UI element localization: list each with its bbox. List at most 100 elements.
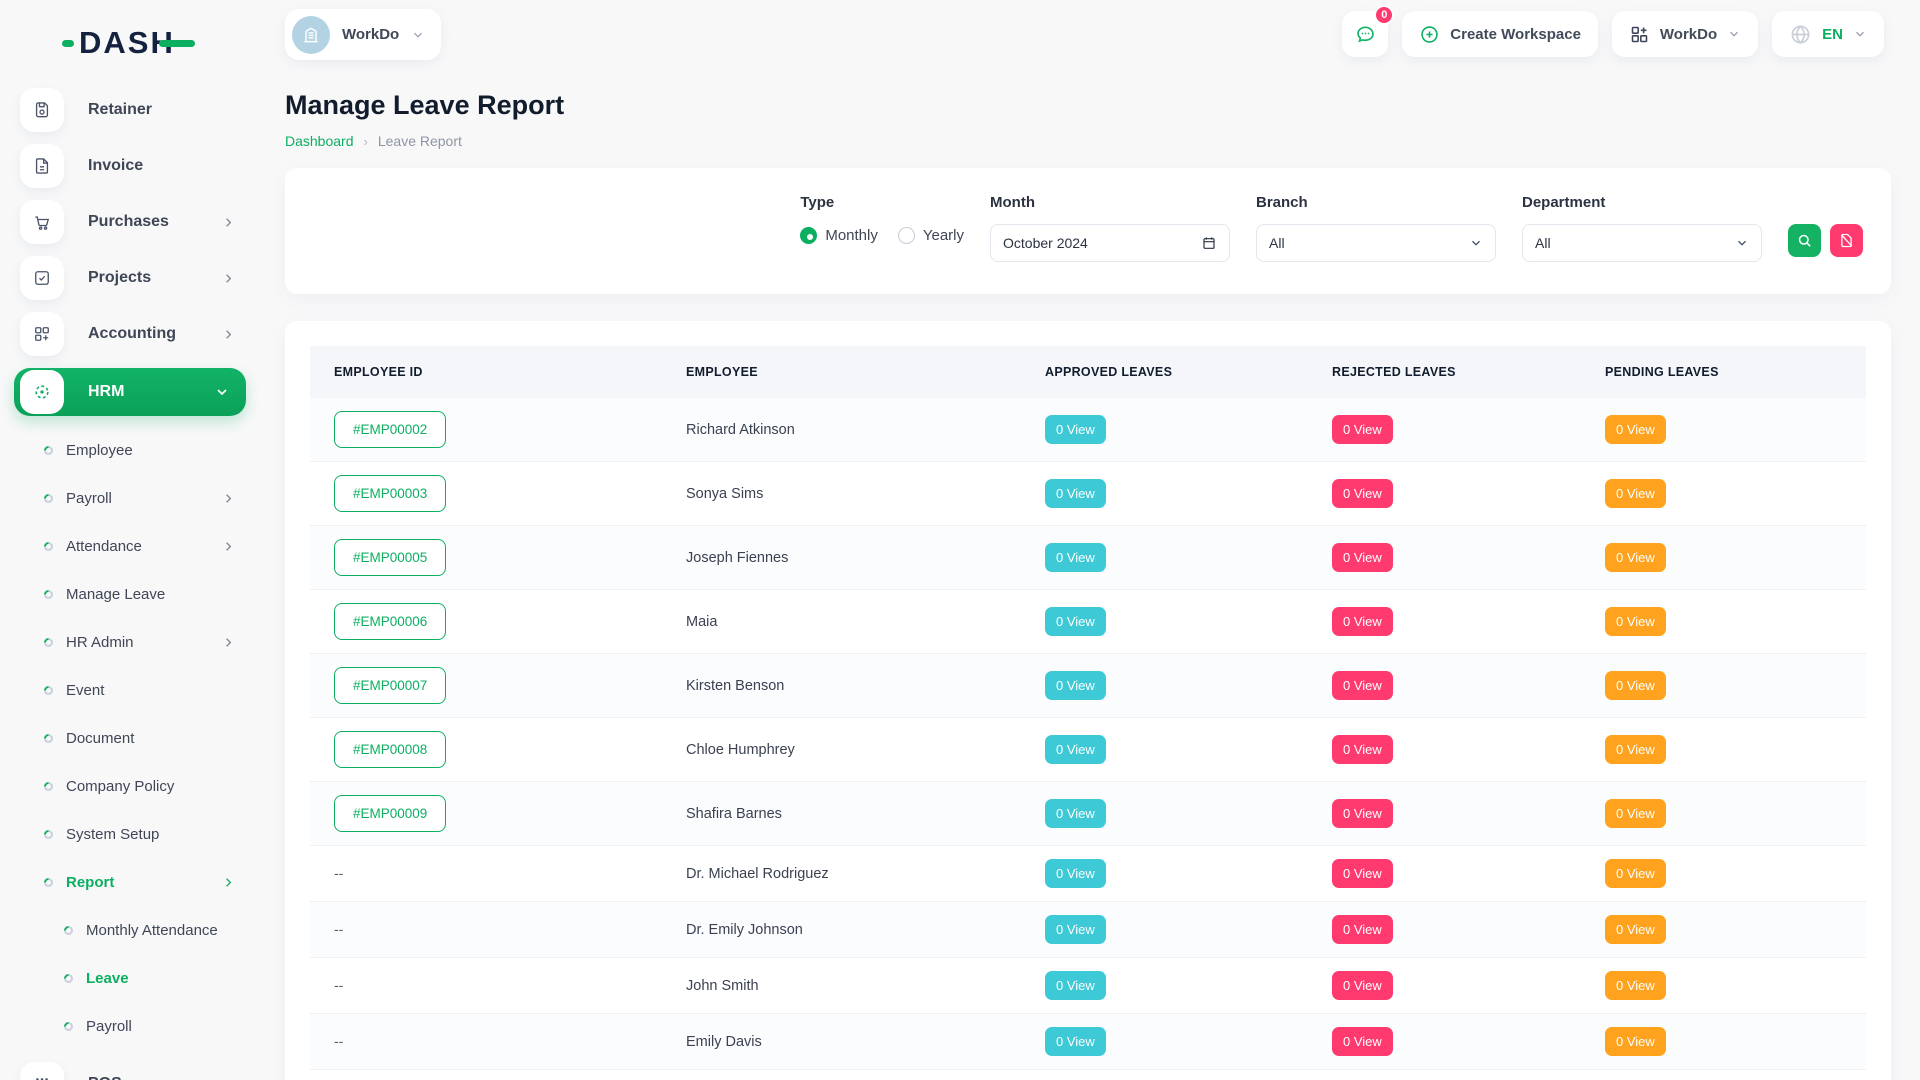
messages-button[interactable]: 0 — [1342, 11, 1388, 57]
bullet-icon — [42, 684, 55, 697]
chevron-down-icon — [411, 28, 425, 42]
approved-view-badge[interactable]: 0 View — [1045, 1027, 1106, 1056]
department-select[interactable]: All — [1522, 224, 1762, 262]
main-content: Manage Leave Report Dashboard › Leave Re… — [260, 70, 1920, 1080]
pending-view-badge[interactable]: 0 View — [1605, 607, 1666, 636]
pending-view-badge[interactable]: 0 View — [1605, 915, 1666, 944]
pending-view-badge[interactable]: 0 View — [1605, 415, 1666, 444]
messages-count-badge: 0 — [1374, 5, 1394, 25]
accounting-icon — [20, 312, 64, 356]
pending-view-badge[interactable]: 0 View — [1605, 859, 1666, 888]
sidebar-item-manage-leave[interactable]: Manage Leave — [0, 570, 260, 618]
sidebar-item-projects[interactable]: Projects — [16, 256, 244, 300]
sidebar-item-report[interactable]: Report — [0, 858, 260, 906]
workspace-switcher-button[interactable]: WorkDo — [1612, 11, 1758, 57]
leave-report-table: EMPLOYEE ID EMPLOYEE APPROVED LEAVES REJ… — [310, 346, 1866, 1080]
rejected-view-badge[interactable]: 0 View — [1332, 799, 1393, 828]
sidebar-item-hrm[interactable]: HRM — [14, 368, 246, 416]
sidebar-item-purchases[interactable]: Purchases — [16, 200, 244, 244]
chevron-down-icon — [1727, 27, 1741, 41]
approved-view-badge[interactable]: 0 View — [1045, 543, 1106, 572]
type-radio-group: Monthly Yearly — [800, 227, 964, 244]
rejected-view-badge[interactable]: 0 View — [1332, 859, 1393, 888]
app-logo[interactable]: DASH — [62, 24, 260, 62]
pending-view-badge[interactable]: 0 View — [1605, 735, 1666, 764]
approved-view-badge[interactable]: 0 View — [1045, 479, 1106, 508]
sidebar-item-leave[interactable]: Leave — [0, 954, 260, 1002]
approved-view-badge[interactable]: 0 View — [1045, 971, 1106, 1000]
sidebar-item-company-policy[interactable]: Company Policy — [0, 762, 260, 810]
apps-grid-icon — [1629, 24, 1650, 45]
chevron-right-icon — [221, 539, 236, 554]
pending-view-badge[interactable]: 0 View — [1605, 1027, 1666, 1056]
language-button[interactable]: EN — [1772, 11, 1884, 57]
reset-filter-button[interactable] — [1830, 224, 1863, 257]
sidebar-item-attendance[interactable]: Attendance — [0, 522, 260, 570]
employee-name: Kirsten Benson — [686, 678, 784, 694]
rejected-view-badge[interactable]: 0 View — [1332, 543, 1393, 572]
sidebar-item-invoice[interactable]: Invoice — [16, 144, 244, 188]
employee-name: Shafira Barnes — [686, 806, 782, 822]
employee-id-button[interactable]: #EMP00005 — [334, 539, 446, 576]
sidebar-item-payroll[interactable]: Payroll — [0, 1002, 260, 1050]
approved-view-badge[interactable]: 0 View — [1045, 415, 1106, 444]
pending-view-badge[interactable]: 0 View — [1605, 799, 1666, 828]
radio-selected-icon[interactable] — [800, 227, 817, 244]
employee-id-button[interactable]: #EMP00003 — [334, 475, 446, 512]
rejected-view-badge[interactable]: 0 View — [1332, 671, 1393, 700]
bullet-icon — [42, 828, 55, 841]
sidebar-item-document[interactable]: Document — [0, 714, 260, 762]
employee-id-button[interactable]: #EMP00008 — [334, 731, 446, 768]
create-workspace-label: Create Workspace — [1450, 26, 1581, 43]
logo-bar-icon — [159, 40, 195, 47]
sidebar-item-pos[interactable]: POS — [16, 1062, 244, 1080]
approved-view-badge[interactable]: 0 View — [1045, 799, 1106, 828]
rejected-view-badge[interactable]: 0 View — [1332, 607, 1393, 636]
rejected-view-badge[interactable]: 0 View — [1332, 915, 1393, 944]
sidebar-item-monthly-attendance[interactable]: Monthly Attendance — [0, 906, 260, 954]
radio-unselected-icon[interactable] — [898, 227, 915, 244]
rejected-view-badge[interactable]: 0 View — [1332, 971, 1393, 1000]
type-radio-yearly[interactable]: Yearly — [898, 227, 964, 244]
approved-view-badge[interactable]: 0 View — [1045, 671, 1106, 700]
employee-id-button[interactable]: #EMP00009 — [334, 795, 446, 832]
sidebar-item-event[interactable]: Event — [0, 666, 260, 714]
branch-label: Branch — [1256, 194, 1496, 216]
employee-id-button[interactable]: #EMP00006 — [334, 603, 446, 640]
calendar-icon[interactable] — [1201, 235, 1217, 251]
employee-id-button[interactable]: #EMP00002 — [334, 411, 446, 448]
sidebar-item-retainer[interactable]: Retainer — [16, 88, 244, 132]
table-row: #EMP00007 Kirsten Benson 0 View 0 View 0 Vie… — [310, 654, 1866, 718]
pending-view-badge[interactable]: 0 View — [1605, 479, 1666, 508]
sidebar-item-accounting[interactable]: Accounting — [16, 312, 244, 356]
sidebar-item-employee[interactable]: Employee — [0, 426, 260, 474]
rejected-view-badge[interactable]: 0 View — [1332, 415, 1393, 444]
employee-id-button[interactable]: #EMP00007 — [334, 667, 446, 704]
breadcrumb-dashboard-link[interactable]: Dashboard — [285, 133, 354, 149]
sidebar-item-hr-admin[interactable]: HR Admin — [0, 618, 260, 666]
search-button[interactable] — [1788, 224, 1821, 257]
approved-view-badge[interactable]: 0 View — [1045, 859, 1106, 888]
workspace-pill[interactable]: WorkDo — [285, 9, 441, 60]
topbar: WorkDo 0 Create Workspace WorkDo — [260, 0, 1920, 70]
sidebar-item-payroll[interactable]: Payroll — [0, 474, 260, 522]
create-workspace-button[interactable]: Create Workspace — [1402, 11, 1598, 57]
chevron-right-icon — [221, 1077, 236, 1080]
projects-icon — [20, 256, 64, 300]
approved-view-badge[interactable]: 0 View — [1045, 915, 1106, 944]
approved-view-badge[interactable]: 0 View — [1045, 735, 1106, 764]
branch-select[interactable]: All — [1256, 224, 1496, 262]
approved-view-badge[interactable]: 0 View — [1045, 607, 1106, 636]
bullet-icon — [42, 492, 55, 505]
type-radio-monthly[interactable]: Monthly — [800, 227, 878, 244]
rejected-view-badge[interactable]: 0 View — [1332, 479, 1393, 508]
invoice-icon — [20, 144, 64, 188]
rejected-view-badge[interactable]: 0 View — [1332, 735, 1393, 764]
month-input[interactable]: October 2024 — [990, 224, 1230, 262]
pending-view-badge[interactable]: 0 View — [1605, 543, 1666, 572]
rejected-view-badge[interactable]: 0 View — [1332, 1027, 1393, 1056]
filter-buttons — [1788, 224, 1863, 268]
pending-view-badge[interactable]: 0 View — [1605, 971, 1666, 1000]
sidebar-item-system-setup[interactable]: System Setup — [0, 810, 260, 858]
pending-view-badge[interactable]: 0 View — [1605, 671, 1666, 700]
